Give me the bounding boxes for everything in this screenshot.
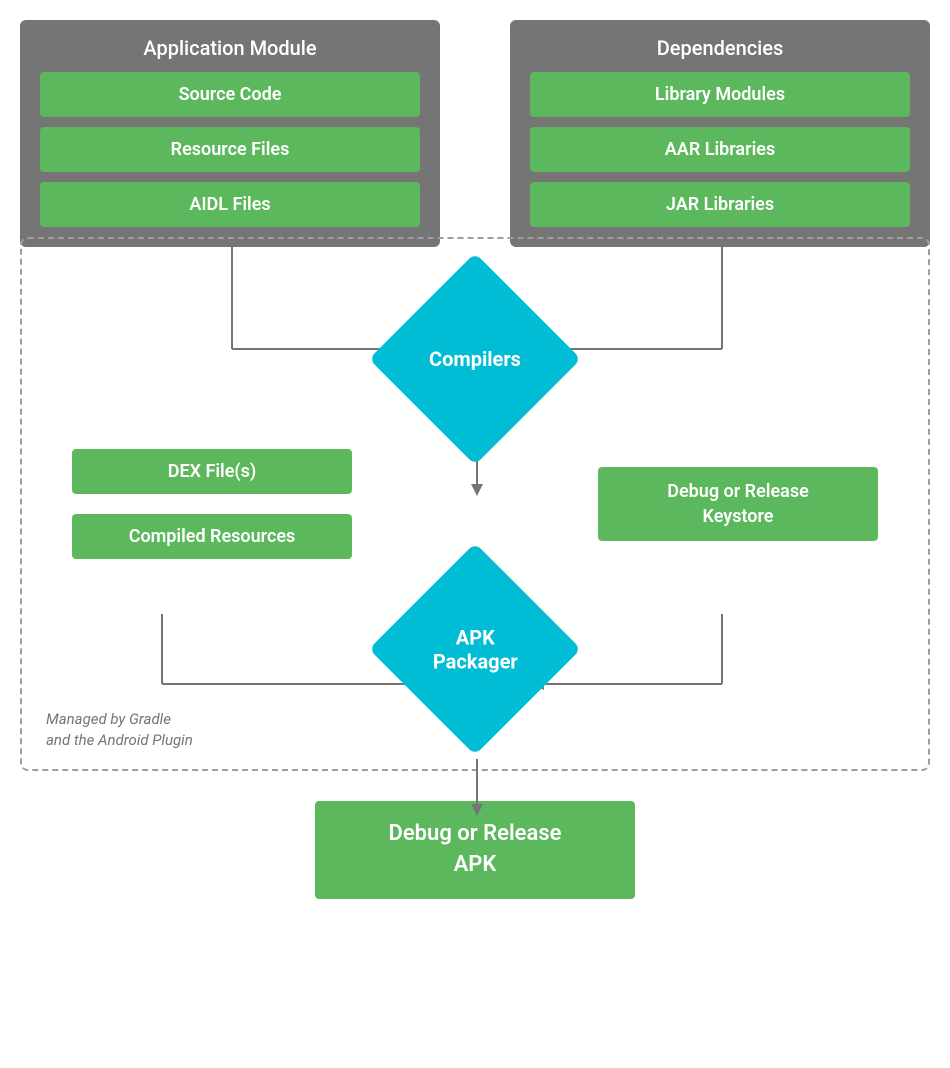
top-section: Application Module Source Code Resource …: [20, 20, 930, 247]
application-module-box: Application Module Source Code Resource …: [20, 20, 440, 247]
aar-libraries-item: AAR Libraries: [530, 127, 910, 172]
packager-row: APKPackager: [52, 569, 898, 729]
aidl-files-item: AIDL Files: [40, 182, 420, 227]
right-keystore: Debug or ReleaseKeystore: [598, 467, 878, 541]
resource-files-item: Resource Files: [40, 127, 420, 172]
library-modules-item: Library Modules: [530, 72, 910, 117]
compilers-diamond: Compilers: [369, 253, 581, 465]
source-code-item: Source Code: [40, 72, 420, 117]
compiled-resources-item: Compiled Resources: [72, 514, 352, 559]
middle-section: DEX File(s) Compiled Resources Debug or …: [52, 449, 898, 559]
apk-packager-label: APKPackager: [433, 625, 518, 673]
jar-libraries-item: JAR Libraries: [530, 182, 910, 227]
app-module-title: Application Module: [40, 36, 420, 60]
build-process-diagram: Application Module Source Code Resource …: [20, 20, 930, 899]
left-outputs: DEX File(s) Compiled Resources: [72, 449, 352, 559]
gradle-label: Managed by Gradle and the Android Plugin: [46, 709, 193, 751]
compilers-row: Compilers: [52, 279, 898, 439]
dependencies-box: Dependencies Library Modules AAR Librari…: [510, 20, 930, 247]
dependencies-title: Dependencies: [530, 36, 910, 60]
keystore-item: Debug or ReleaseKeystore: [598, 467, 878, 541]
final-apk-item: Debug or ReleaseAPK: [315, 801, 635, 899]
compilers-label: Compilers: [429, 347, 521, 371]
gradle-managed-container: Compilers DEX File(s) Compiled Resources…: [20, 237, 930, 771]
dex-files-item: DEX File(s): [72, 449, 352, 494]
final-apk-section: Debug or ReleaseAPK: [20, 801, 930, 899]
apk-packager-diamond: APKPackager: [369, 543, 581, 755]
